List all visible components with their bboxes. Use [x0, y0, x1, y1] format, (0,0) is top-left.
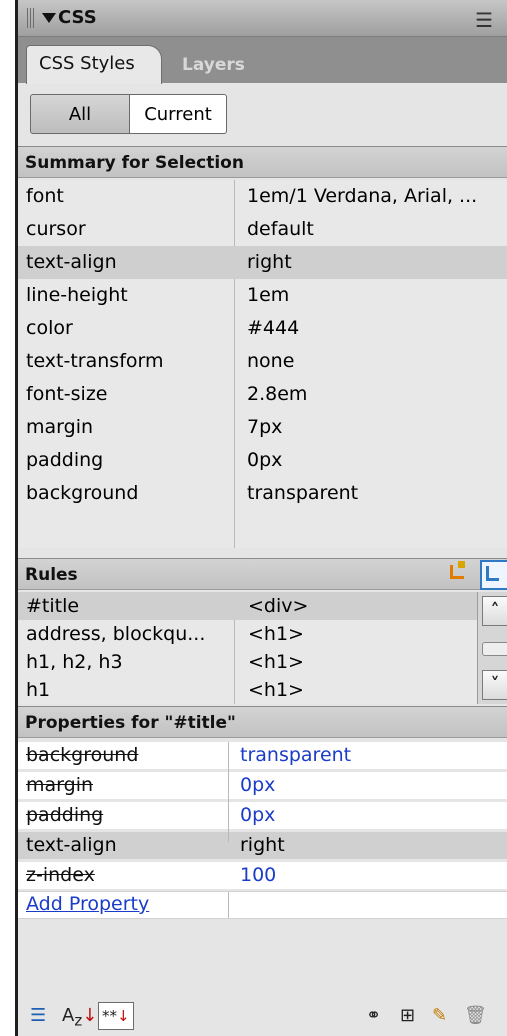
panel-title: CSS [58, 7, 97, 28]
row-separator [18, 918, 507, 919]
summary-header[interactable]: Summary for Selection [18, 146, 507, 178]
rule-tag: <div> [248, 595, 309, 617]
collapse-triangle-icon[interactable] [42, 13, 56, 23]
rule-tag: <h1> [248, 651, 304, 673]
rules-list: #title <div> address, blockqu... <h1> h1, … [18, 592, 477, 704]
rule-row[interactable]: address, blockqu... <h1> [18, 620, 477, 648]
property-name: text-align [26, 834, 117, 856]
row-separator [18, 891, 507, 892]
properties-header[interactable]: Properties for "#title" [18, 706, 507, 738]
property-name: padding [26, 804, 104, 826]
summary-value: 1em [247, 284, 290, 306]
property-row[interactable]: padding 0px [18, 802, 507, 829]
summary-prop: padding [26, 449, 104, 471]
summary-table: font 1em/1 Verdana, Arial, ... cursor defa… [18, 180, 507, 548]
summary-value: transparent [247, 482, 359, 504]
summary-prop: background [26, 482, 139, 504]
bottom-toolbar: ☰ Az↓ **↓ ⚭ ⊞ ✎ 🗑 [18, 996, 507, 1036]
summary-value: 0px [247, 449, 283, 471]
rule-selector: h1, h2, h3 [26, 651, 123, 673]
property-value[interactable]: 0px [240, 802, 275, 829]
rules-scrollbar[interactable]: ˄ ˅ [477, 592, 507, 704]
attach-stylesheet-icon[interactable]: ⚭ [366, 1002, 381, 1030]
summary-value: 7px [247, 416, 283, 438]
property-value[interactable]: 0px [240, 772, 275, 799]
summary-value: none [247, 350, 295, 372]
scroll-up-icon[interactable]: ˄ [482, 596, 507, 626]
options-menu-icon[interactable]: ☰ [475, 8, 493, 32]
tab-bar: CSS Styles Layers [18, 37, 507, 84]
scroll-down-icon[interactable]: ˅ [482, 670, 507, 700]
property-name: background [26, 744, 139, 766]
all-button[interactable]: All [30, 94, 130, 134]
summary-prop: margin [26, 416, 94, 438]
property-value[interactable]: right [240, 832, 285, 859]
summary-row-selected[interactable]: text-align right [18, 246, 507, 279]
property-row[interactable]: background transparent [18, 742, 507, 769]
add-property-row: Add Property [18, 891, 507, 918]
summary-value: 2.8em [247, 383, 308, 405]
show-cascade-icon[interactable] [450, 561, 465, 579]
mode-toggle: All Current [30, 94, 227, 134]
panel-title-bar[interactable]: CSS ☰ [18, 0, 507, 37]
set-properties-view-icon[interactable]: **↓ [98, 1002, 134, 1030]
summary-row[interactable]: padding 0px [18, 444, 507, 477]
summary-row[interactable]: cursor default [18, 213, 507, 246]
summary-value: 1em/1 Verdana, Arial, ... [247, 185, 478, 207]
edit-style-icon[interactable]: ✎ [432, 1002, 447, 1030]
summary-prop: font-size [26, 383, 108, 405]
alphabetical-view-icon[interactable]: Az↓ [62, 1002, 97, 1030]
summary-prop: cursor [26, 218, 86, 240]
summary-row[interactable]: text-transform none [18, 345, 507, 378]
scroll-thumb[interactable] [482, 642, 507, 656]
summary-prop: color [26, 317, 73, 339]
show-rule-info-icon[interactable] [480, 560, 507, 590]
rule-row-selected[interactable]: #title <div> [18, 592, 477, 620]
property-value[interactable]: 100 [240, 862, 276, 889]
summary-prop: line-height [26, 284, 128, 306]
summary-value: right [247, 251, 292, 273]
rule-row[interactable]: h1 <h1> [18, 676, 477, 704]
tab-css-styles[interactable]: CSS Styles [26, 45, 162, 84]
summary-prop: text-transform [26, 350, 164, 372]
rule-selector: address, blockqu... [26, 623, 206, 645]
summary-prop: text-align [26, 251, 117, 273]
az-label: A [62, 1005, 75, 1026]
property-value[interactable]: transparent [240, 742, 351, 769]
gripper-icon[interactable] [27, 8, 34, 28]
column-divider[interactable] [228, 742, 229, 842]
rules-header[interactable]: Rules [18, 558, 507, 590]
property-row-selected[interactable]: text-align right [18, 832, 507, 859]
property-row[interactable]: margin 0px [18, 772, 507, 799]
current-button[interactable]: Current [130, 94, 227, 134]
summary-value: default [247, 218, 314, 240]
tab-layers[interactable]: Layers [182, 45, 245, 83]
delete-css-rule-icon[interactable]: 🗑 [464, 1002, 487, 1030]
set-props-label: ** [102, 1007, 117, 1025]
rule-selector: h1 [26, 679, 51, 701]
property-name: z-index [26, 864, 95, 886]
summary-prop: font [26, 185, 64, 207]
summary-row[interactable]: background transparent [18, 477, 507, 510]
summary-row[interactable]: line-height 1em [18, 279, 507, 312]
rule-row[interactable]: h1, h2, h3 <h1> [18, 648, 477, 676]
css-panel: CSS ☰ CSS Styles Layers All Current Summ… [0, 0, 507, 1036]
summary-row[interactable]: font-size 2.8em [18, 378, 507, 411]
properties-table: background transparent margin 0px padding 0… [18, 742, 507, 889]
summary-row[interactable]: font 1em/1 Verdana, Arial, ... [18, 180, 507, 213]
new-css-rule-icon[interactable]: ⊞ [400, 1002, 415, 1030]
property-row[interactable]: z-index 100 [18, 862, 507, 889]
property-name: margin [26, 774, 94, 796]
category-view-icon[interactable]: ☰ [30, 1002, 46, 1030]
rule-selector: #title [26, 595, 80, 617]
summary-row[interactable]: margin 7px [18, 411, 507, 444]
summary-value: #444 [247, 317, 300, 339]
rule-tag: <h1> [248, 679, 304, 701]
rule-tag: <h1> [248, 623, 304, 645]
summary-row[interactable]: color #444 [18, 312, 507, 345]
add-property-link[interactable]: Add Property [26, 891, 149, 918]
column-divider [228, 891, 229, 918]
